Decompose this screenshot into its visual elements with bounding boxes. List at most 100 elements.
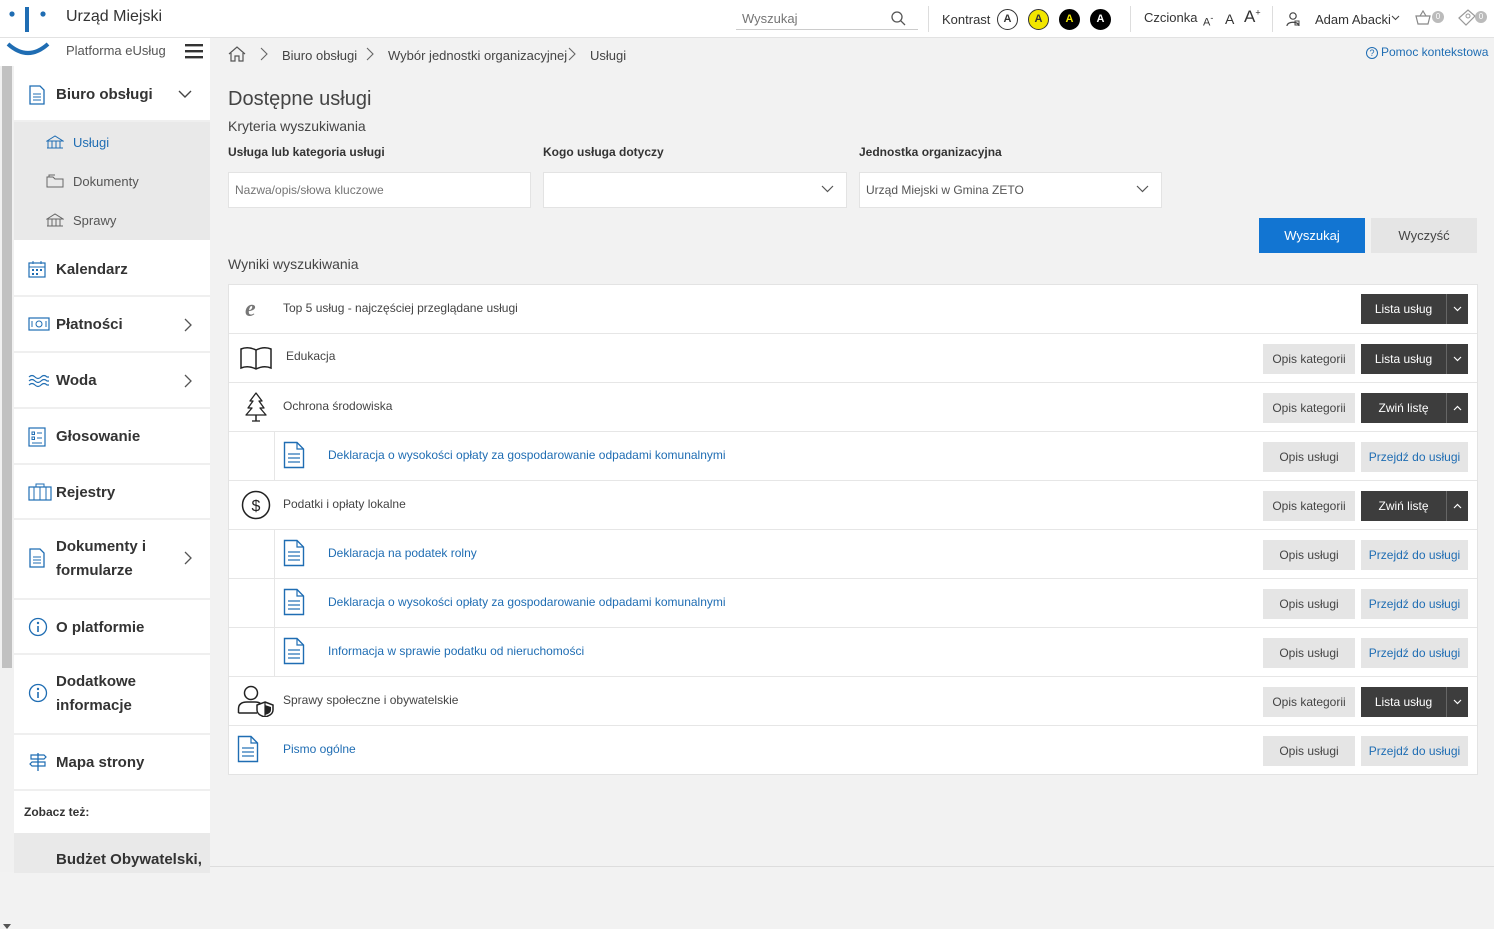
clear-button[interactable]: Wyczyść	[1371, 218, 1477, 253]
water-icon	[28, 374, 50, 388]
service-search-input[interactable]	[229, 173, 530, 207]
collapse-list-button[interactable]: Zwiń listę	[1361, 491, 1468, 521]
sidebar-item-label: Głosowanie	[56, 428, 141, 445]
category-description-button[interactable]: Opis kategorii	[1263, 687, 1355, 717]
category-description-button[interactable]: Opis kategorii	[1263, 393, 1355, 423]
contrast-yellow-button[interactable]: A	[1028, 9, 1049, 30]
folder-icon	[46, 174, 64, 188]
chevron-down-icon	[821, 185, 834, 193]
service-link[interactable]: Pismo ogólne	[283, 742, 356, 756]
service-link[interactable]: Deklaracja na podatek rolny	[328, 546, 477, 560]
header-divider	[1130, 6, 1131, 32]
service-description-button[interactable]: Opis usługi	[1263, 736, 1355, 766]
go-to-service-button[interactable]: Przejdź do usługi	[1361, 736, 1468, 766]
sidebar-item-glosowanie[interactable]: Głosowanie	[14, 409, 210, 465]
see-also-budzet-obywatelski[interactable]: Budżet Obywatelski,	[14, 833, 210, 873]
basket-count-badge: 0	[1432, 11, 1444, 23]
sidebar-item-biuro-obslugi[interactable]: Biuro obsługi	[14, 66, 210, 122]
go-to-service-button[interactable]: Przejdź do usługi	[1361, 638, 1468, 668]
indent-line	[274, 579, 275, 628]
chevron-down-icon[interactable]	[178, 90, 192, 98]
font-normal-button[interactable]: A	[1225, 11, 1234, 27]
sidebar-item-platnosci[interactable]: Płatności	[14, 297, 210, 353]
sidebar-item-label: Mapa strony	[56, 754, 145, 771]
go-to-service-button[interactable]: Przejdź do usługi	[1361, 442, 1468, 472]
go-to-service-button[interactable]: Przejdź do usługi	[1361, 540, 1468, 570]
go-to-service-button[interactable]: Przejdź do usługi	[1361, 589, 1468, 619]
chevron-right-icon	[260, 47, 268, 61]
service-link[interactable]: Deklaracja o wysokości opłaty za gospoda…	[328, 595, 726, 609]
app-logo[interactable]	[6, 4, 52, 64]
target-select[interactable]	[543, 172, 847, 208]
basket-icon[interactable]	[1414, 10, 1432, 26]
hamburger-menu-icon[interactable]	[185, 43, 203, 59]
sidebar-item-label: Biuro obsługi	[56, 86, 153, 103]
font-increase-button[interactable]: A+	[1244, 7, 1261, 27]
collapse-list-button[interactable]: Zwiń listę	[1361, 393, 1468, 423]
svg-text:e: e	[245, 297, 256, 321]
header-divider	[1272, 6, 1273, 32]
target-field-label: Kogo usługa dotyczy	[543, 145, 664, 159]
service-link[interactable]: Informacja w sprawie podatku od nierucho…	[328, 644, 584, 658]
indent-line	[274, 432, 275, 481]
service-description-button[interactable]: Opis usługi	[1263, 540, 1355, 570]
scrollbar-thumb[interactable]	[2, 66, 12, 668]
chevron-right-icon[interactable]	[184, 318, 192, 332]
service-list-button[interactable]: Lista usług	[1361, 344, 1468, 374]
sidebar-item-mapa-strony[interactable]: Mapa strony	[14, 735, 210, 791]
service-field-label: Usługa lub kategoria usługi	[228, 145, 385, 159]
contextual-help-link[interactable]: ? Pomoc kontekstowa	[1366, 45, 1488, 59]
contrast-normal-button[interactable]: A	[997, 9, 1018, 30]
sidebar-item-label-line1: Dodatkowe	[56, 673, 137, 690]
service-description-button[interactable]: Opis usługi	[1263, 442, 1355, 472]
chevron-down-icon	[1446, 687, 1468, 717]
contrast-black-yellow-button[interactable]: A	[1059, 9, 1080, 30]
sidebar-subitem-label: Usługi	[73, 135, 110, 150]
chevron-right-icon	[366, 47, 374, 61]
service-list-button[interactable]: Lista usług	[1361, 687, 1468, 717]
font-size-label: Czcionka	[1144, 10, 1198, 25]
category-description-button[interactable]: Opis kategorii	[1263, 344, 1355, 374]
document-icon	[283, 441, 305, 469]
sidebar-item-dodatkowe-informacje[interactable]: Dodatkowe informacje	[14, 655, 210, 735]
chevron-right-icon[interactable]	[184, 374, 192, 388]
service-description-button[interactable]: Opis usługi	[1263, 638, 1355, 668]
sidebar-item-label-line2: informacje	[56, 697, 132, 714]
service-list-button[interactable]: Lista usług	[1361, 294, 1468, 324]
sidebar-item-label: Woda	[56, 372, 97, 389]
breadcrumb-item[interactable]: Biuro obsługi	[282, 48, 357, 63]
unit-select-value: Urząd Miejski w Gmina ZETO	[866, 183, 1024, 197]
scroll-down-arrow-icon[interactable]	[3, 924, 11, 929]
global-search-input[interactable]	[736, 8, 886, 28]
sidebar-item-label: Kalendarz	[56, 261, 128, 278]
sidebar-item-woda[interactable]: Woda	[14, 353, 210, 409]
category-description-button[interactable]: Opis kategorii	[1263, 491, 1355, 521]
service-link[interactable]: Deklaracja o wysokości opłaty za gospoda…	[328, 448, 726, 462]
document-icon	[28, 85, 46, 105]
chevron-down-icon[interactable]	[1391, 15, 1400, 21]
search-icon[interactable]	[891, 11, 906, 26]
sidebar-item-dokumenty-formularze[interactable]: Dokumenty i formularze	[14, 520, 210, 600]
sidebar-item-o-platformie[interactable]: O platformie	[14, 600, 210, 655]
home-icon[interactable]	[228, 46, 246, 62]
sidebar-item-kalendarz[interactable]: Kalendarz	[14, 242, 210, 297]
sidebar-item-label-line1: Dokumenty i	[56, 538, 147, 555]
user-menu-name[interactable]: Adam Abacki	[1315, 12, 1391, 27]
sidebar-subitem-label: Sprawy	[73, 213, 117, 228]
sidebar-scrollbar[interactable]	[0, 66, 14, 929]
service-description-button[interactable]: Opis usługi	[1263, 589, 1355, 619]
contrast-label: Kontrast	[942, 12, 991, 27]
user-icon[interactable]	[1285, 11, 1301, 27]
search-button[interactable]: Wyszukaj	[1259, 218, 1365, 253]
font-decrease-button[interactable]: A-	[1203, 13, 1213, 29]
sidebar-item-rejestry[interactable]: Rejestry	[14, 465, 210, 520]
contrast-black-white-button[interactable]: A	[1090, 9, 1111, 30]
signpost-icon	[28, 752, 48, 772]
unit-select[interactable]: Urząd Miejski w Gmina ZETO	[859, 172, 1162, 208]
chevron-up-icon	[1446, 491, 1468, 521]
document-icon	[283, 539, 305, 567]
breadcrumb-item[interactable]: Wybór jednostki organizacyjnej	[388, 48, 567, 63]
chevron-right-icon[interactable]	[184, 551, 192, 565]
tree-icon	[243, 392, 269, 422]
service-list-button-label: Lista usług	[1374, 302, 1433, 316]
